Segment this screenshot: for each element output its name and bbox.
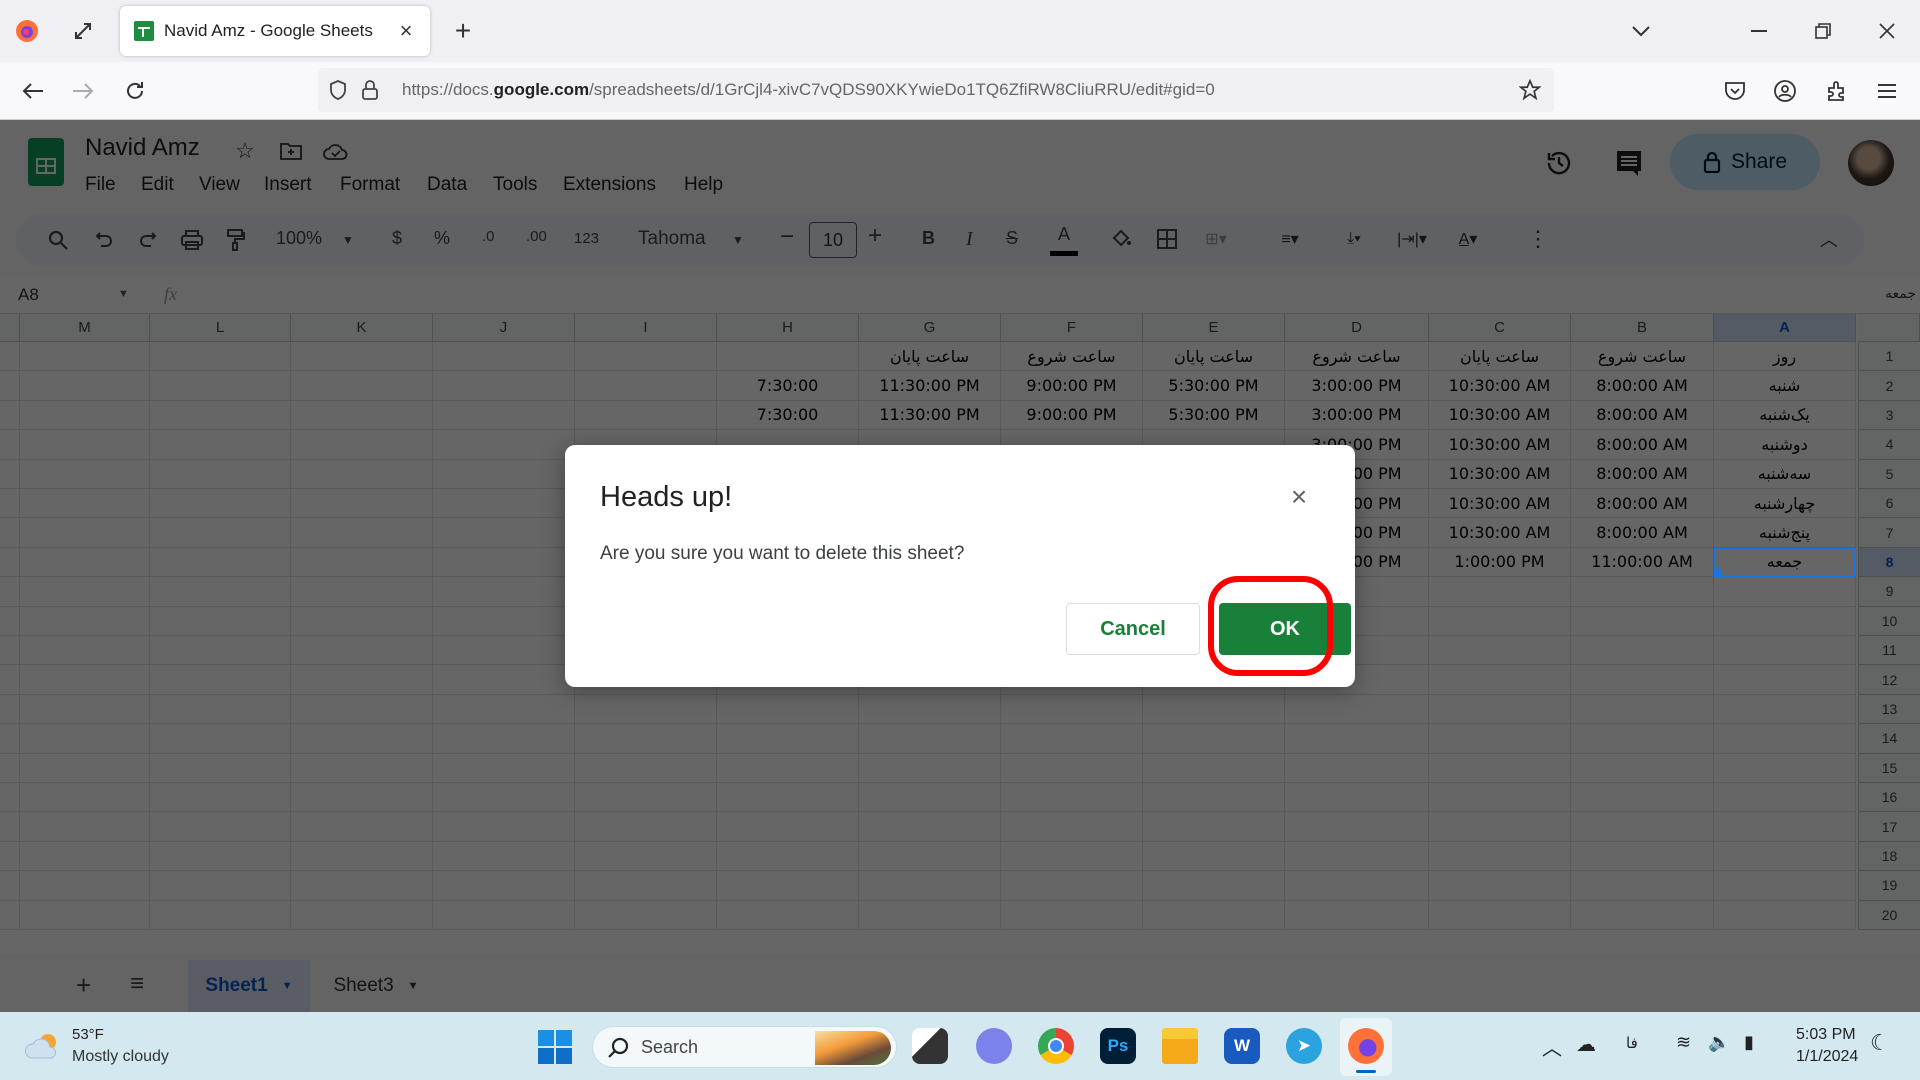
close-tab-icon[interactable]: × (394, 18, 418, 43)
volume-icon[interactable]: 🔈 (1708, 1032, 1730, 1053)
browser-nav-bar: https://docs.google.com/spreadsheets/d/1… (0, 62, 1920, 120)
reload-icon[interactable] (122, 78, 148, 104)
search-highlight-image (815, 1031, 891, 1065)
firefox-taskbar-icon (1348, 1028, 1384, 1064)
restore-window-icon[interactable] (1810, 18, 1836, 44)
word-icon[interactable]: W (1224, 1028, 1260, 1064)
show-hidden-icons-chevron[interactable]: ︿ (1542, 1032, 1562, 1061)
tracking-shield-icon[interactable] (326, 78, 350, 102)
sheets-favicon-icon (134, 21, 154, 41)
extensions-puzzle-icon[interactable] (1824, 78, 1850, 104)
close-window-icon[interactable] (1874, 18, 1900, 44)
close-dialog-icon[interactable]: × (1285, 483, 1313, 511)
task-view-icon[interactable] (912, 1028, 948, 1064)
app-menu-hamburger-icon[interactable] (1874, 78, 1900, 104)
taskbar-search-box[interactable]: Search (592, 1026, 897, 1068)
search-icon (608, 1037, 629, 1058)
search-label: Search (641, 1037, 699, 1057)
teams-chat-icon[interactable] (976, 1028, 1012, 1064)
onedrive-sync-icon[interactable]: ☁ (1576, 1032, 1596, 1057)
file-explorer-icon[interactable] (1162, 1028, 1198, 1064)
account-icon[interactable] (1772, 78, 1798, 104)
bookmark-star-icon[interactable] (1518, 78, 1542, 102)
cell-a8[interactable]: جمعه (1714, 547, 1856, 578)
input-language-indicator[interactable]: فا (1626, 1034, 1638, 1052)
telegram-icon[interactable]: ➤ (1286, 1028, 1322, 1064)
weather-temp[interactable]: 53°F (72, 1026, 104, 1043)
list-tabs-chevron-down-icon[interactable] (1628, 18, 1654, 44)
photoshop-icon[interactable]: Ps (1100, 1028, 1136, 1064)
url-prefix: https://docs. (402, 80, 494, 99)
wifi-icon[interactable]: ≋ (1676, 1032, 1691, 1053)
dialog-title: Heads up! (600, 481, 733, 513)
new-tab-button[interactable]: + (450, 15, 476, 46)
battery-charging-icon[interactable]: ▮ (1744, 1032, 1754, 1053)
back-arrow-icon[interactable] (20, 78, 46, 104)
tab-title: Navid Amz - Google Sheets (164, 21, 373, 40)
clock-time[interactable]: 5:03 PM (1796, 1026, 1856, 1044)
weather-cloud-icon[interactable] (24, 1030, 64, 1062)
url-path: /spreadsheets/d/1GrCjl4-xivC7vQDS90XKYwi… (589, 80, 1215, 99)
delete-sheet-dialog: Heads up! × Are you sure you want to del… (565, 445, 1355, 687)
firefox-icon[interactable] (14, 18, 40, 44)
forward-arrow-icon[interactable] (70, 78, 96, 104)
browser-tab-active[interactable]: Navid Amz - Google Sheets × (120, 6, 430, 56)
ok-button[interactable]: OK (1219, 603, 1351, 655)
firefox-taskbar-active[interactable] (1340, 1018, 1392, 1076)
windows-taskbar: 53°F Mostly cloudy Search Ps W ➤ ︿ ☁ فا … (0, 1012, 1920, 1080)
address-bar[interactable]: https://docs.google.com/spreadsheets/d/1… (318, 68, 1554, 112)
pocket-icon[interactable] (1722, 78, 1748, 104)
windows-start-icon[interactable] (538, 1030, 572, 1064)
url-text[interactable]: https://docs.google.com/spreadsheets/d/1… (402, 80, 1215, 100)
notifications-moon-icon[interactable]: ☾ (1870, 1030, 1890, 1056)
lock-icon[interactable] (358, 78, 382, 102)
minimize-window-icon[interactable] (1746, 18, 1772, 44)
chrome-icon[interactable] (1038, 1028, 1074, 1064)
clock-date[interactable]: 1/1/2024 (1796, 1048, 1858, 1066)
weather-description[interactable]: Mostly cloudy (72, 1048, 169, 1066)
fill-handle[interactable] (1714, 568, 1722, 577)
cancel-button[interactable]: Cancel (1066, 603, 1200, 655)
fullscreen-icon[interactable] (70, 18, 96, 44)
browser-tab-bar: Navid Amz - Google Sheets × + (0, 0, 1920, 62)
url-domain: google.com (493, 80, 590, 99)
dialog-message: Are you sure you want to delete this she… (600, 543, 965, 564)
